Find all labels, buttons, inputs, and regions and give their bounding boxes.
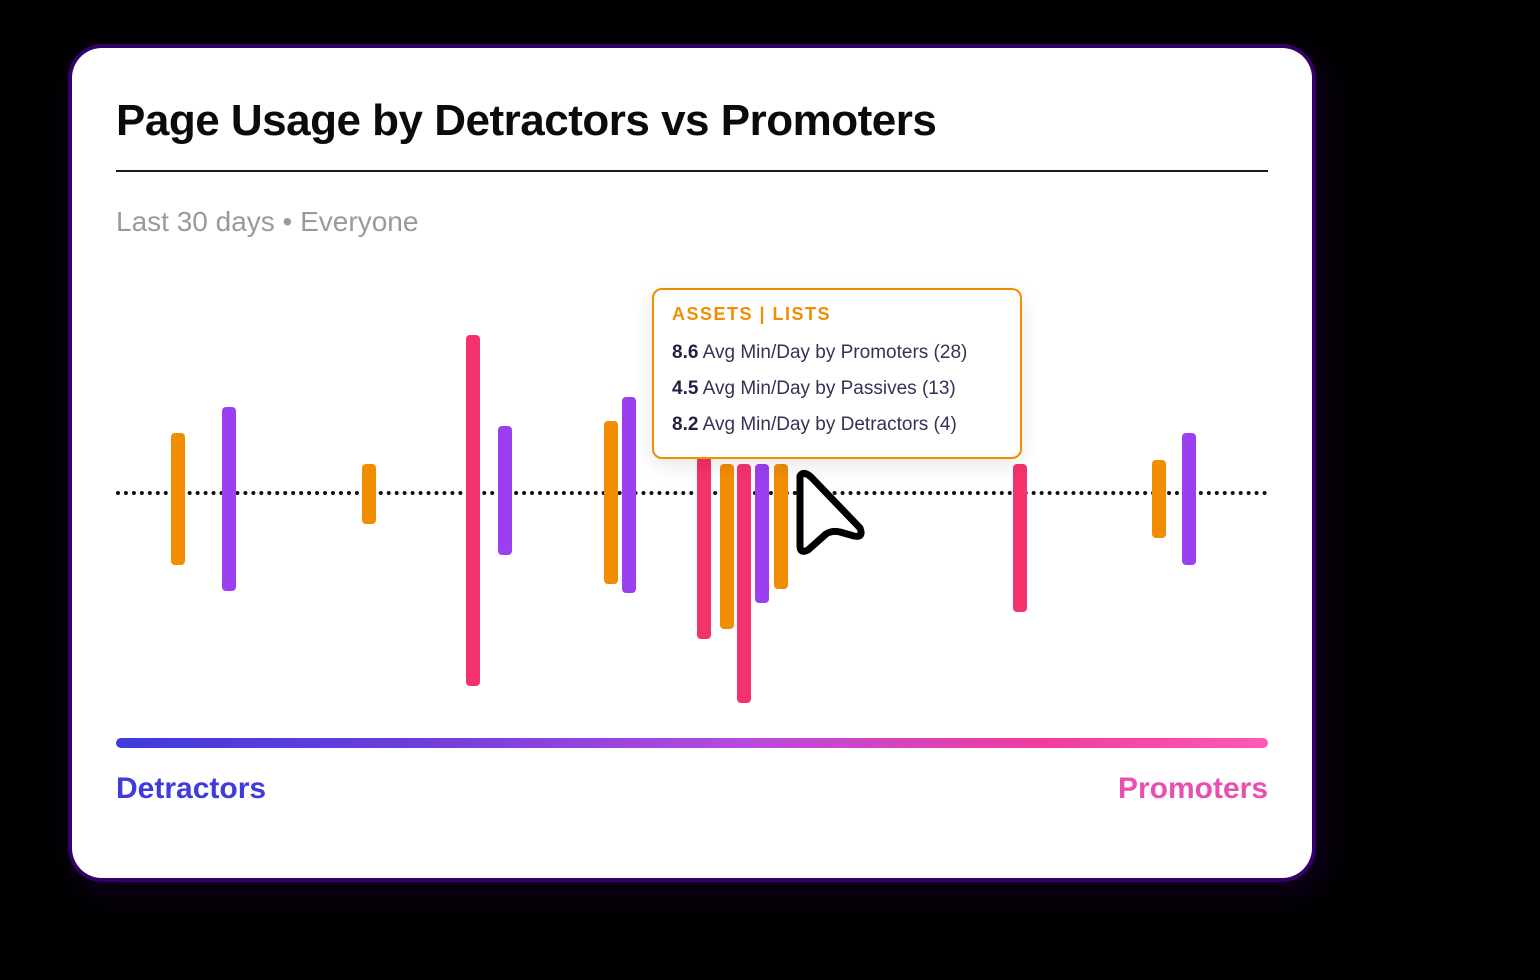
tooltip-row: 8.6 Avg Min/Day by Promoters (28): [672, 335, 1002, 371]
bar[interactable]: [755, 464, 769, 603]
bar[interactable]: [622, 397, 636, 593]
bar[interactable]: [171, 433, 185, 564]
chart-card: Page Usage by Detractors vs Promoters La…: [72, 48, 1312, 878]
tooltip: ASSETS | LISTS 8.6 Avg Min/Day by Promot…: [652, 288, 1022, 459]
bar[interactable]: [498, 426, 512, 555]
tooltip-row: 8.2 Avg Min/Day by Detractors (4): [672, 407, 1002, 443]
tooltip-label: Avg Min/Day by Passives (13): [703, 378, 956, 399]
bar[interactable]: [1182, 433, 1196, 564]
axis-label-detractors: Detractors: [116, 772, 266, 806]
bar[interactable]: [604, 421, 618, 583]
axis-label-promoters: Promoters: [1118, 772, 1268, 806]
bar[interactable]: [362, 464, 376, 524]
bar[interactable]: [222, 407, 236, 591]
title-divider: [116, 170, 1268, 172]
axis-gradient: [116, 738, 1268, 748]
bar[interactable]: [1013, 464, 1027, 612]
tooltip-label: Avg Min/Day by Promoters (28): [703, 342, 968, 363]
baseline: [116, 491, 1268, 495]
chart-title: Page Usage by Detractors vs Promoters: [116, 96, 936, 146]
bar[interactable]: [737, 464, 751, 703]
bar[interactable]: [1152, 460, 1166, 539]
tooltip-label: Avg Min/Day by Detractors (4): [703, 414, 957, 435]
bar[interactable]: [720, 464, 734, 629]
cursor-icon: [792, 468, 870, 558]
tooltip-value: 8.6: [672, 342, 698, 363]
tooltip-row: 4.5 Avg Min/Day by Passives (13): [672, 371, 1002, 407]
tooltip-value: 8.2: [672, 414, 698, 435]
bar[interactable]: [774, 464, 788, 588]
bar[interactable]: [466, 335, 480, 686]
tooltip-value: 4.5: [672, 378, 698, 399]
tooltip-title: ASSETS | LISTS: [672, 304, 1002, 325]
chart-subtitle: Last 30 days • Everyone: [116, 206, 418, 238]
